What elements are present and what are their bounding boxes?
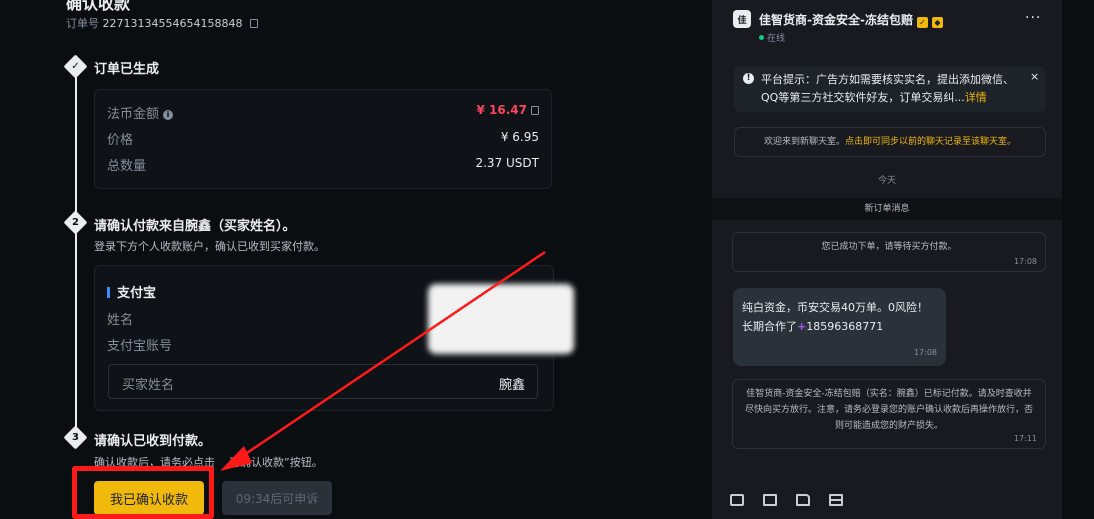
shield-badge-icon: ◆ — [931, 17, 943, 28]
message-time: 17:11 — [1013, 434, 1037, 443]
image-icon[interactable] — [763, 494, 777, 506]
card-icon[interactable] — [829, 494, 843, 506]
welcome-message: 欢迎来到新聊天室。点击即可同步以前的聊天记录至该聊天室。 — [734, 127, 1046, 157]
online-dot — [759, 35, 764, 40]
chat-bubble: 纯白资金，币安交易40万单。0风险！ 长期合作了+18596368771 17:… — [733, 288, 946, 366]
new-order-divider: 新订单消息 — [712, 198, 1062, 220]
window-edge — [1062, 0, 1094, 519]
file-icon[interactable] — [796, 494, 810, 506]
arrow-head — [220, 446, 252, 471]
more-icon[interactable]: ··· — [1025, 10, 1041, 26]
notice-details-link[interactable]: 详情 — [965, 91, 987, 104]
system-message: 佳智货商-资金安全-冻结包赔（实名：腕鑫）已标记付款。请及时查收并尽快向买方放行… — [732, 379, 1046, 449]
online-status: 在线 — [759, 31, 785, 44]
chat-icon[interactable] — [730, 494, 744, 506]
close-icon[interactable]: × — [1030, 70, 1039, 83]
verified-badge-icon: ✓ — [916, 17, 928, 28]
notice-text: 平台提示：广告方如需要核实实名，提出添加微信、QQ等第三方社交软件好友，订单交易… — [761, 73, 1014, 104]
platform-notice: ! 平台提示：广告方如需要核实实名，提出添加微信、QQ等第三方社交软件好友，订单… — [734, 66, 1046, 112]
sync-history-link[interactable]: 点击即可同步以前的聊天记录至该聊天室。 — [845, 137, 1016, 147]
system-message: 您已成功下单，请等待买方付款。 17:08 — [732, 232, 1046, 272]
bubble-text: 纯白资金，币安交易40万单。0风险！ 长期合作了+18596368771 — [742, 301, 928, 333]
arrow-line — [237, 250, 546, 461]
merchant-name: 佳智货商-资金安全-冻结包赔 ✓ ◆ — [759, 11, 943, 28]
message-time: 17:08 — [913, 348, 937, 357]
avatar: 佳 — [733, 10, 751, 28]
message-time: 17:08 — [1013, 257, 1037, 266]
date-separator: 今天 — [877, 176, 896, 186]
alert-icon: ! — [743, 73, 754, 84]
chat-header: 佳 佳智货商-资金安全-冻结包赔 ✓ ◆ 在线 ··· — [712, 0, 1062, 56]
chat-panel: 佳 佳智货商-资金安全-冻结包赔 ✓ ◆ 在线 ··· ! 平台提示：广告方如需要核… — [712, 0, 1062, 519]
